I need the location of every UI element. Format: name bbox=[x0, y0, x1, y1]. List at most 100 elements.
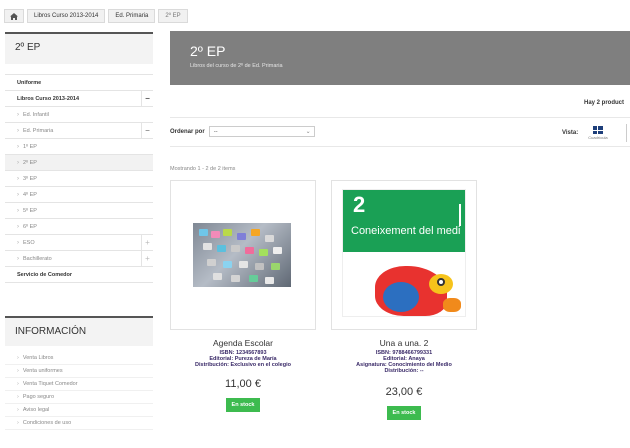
breadcrumb-item-primaria[interactable]: Ed. Primaria bbox=[108, 9, 156, 23]
showing-text: Mostrando 1 - 2 de 2 items bbox=[170, 166, 236, 172]
category-5ep[interactable]: › 5º EP bbox=[5, 203, 153, 219]
sort-label: Ordenar por bbox=[170, 128, 205, 135]
category-3ep[interactable]: › 3º EP bbox=[5, 171, 153, 187]
book-cover-illustration bbox=[437, 278, 445, 286]
category-eso[interactable]: › ESO + bbox=[5, 235, 153, 251]
info-link-pago-seguro[interactable]: › Pago seguro bbox=[5, 391, 153, 404]
category-label: Ed. Infantil bbox=[23, 111, 49, 118]
category-2ep[interactable]: › 2º EP bbox=[5, 155, 153, 171]
page-subtitle: Libros del curso de 2º de Ed. Primaria bbox=[190, 63, 283, 69]
category-6ep[interactable]: › 6º EP bbox=[5, 219, 153, 235]
grid-view-button[interactable]: Cuadrícula bbox=[588, 126, 608, 140]
list-view-button[interactable] bbox=[626, 124, 630, 142]
info-link-condiciones[interactable]: › Condiciones de uso bbox=[5, 417, 153, 430]
category-label: 4º EP bbox=[23, 191, 37, 198]
chevron-right-icon: › bbox=[17, 207, 19, 214]
home-icon bbox=[10, 12, 18, 20]
chevron-right-icon: › bbox=[17, 175, 19, 182]
info-link-label: Condiciones de uso bbox=[22, 420, 72, 426]
info-link-label: Venta Tiquet Comedor bbox=[22, 381, 78, 387]
chevron-down-icon: ⌄ bbox=[305, 129, 311, 135]
info-link-aviso-legal[interactable]: › Aviso legal bbox=[5, 404, 153, 417]
category-label: 1º EP bbox=[23, 143, 37, 150]
category-bachillerato[interactable]: › Bachillerato + bbox=[5, 251, 153, 267]
expand-toggle[interactable]: + bbox=[141, 235, 153, 250]
chevron-right-icon: › bbox=[17, 381, 19, 387]
page-title: 2º EP bbox=[190, 43, 226, 59]
product-card[interactable]: 2 Coneixement del medi bbox=[331, 180, 477, 330]
chevron-right-icon: › bbox=[17, 355, 19, 361]
info-link-tiquet-comedor[interactable]: › Venta Tiquet Comedor bbox=[5, 378, 153, 391]
chevron-right-icon: › bbox=[17, 255, 19, 262]
product-name[interactable]: Una a una. 2 bbox=[331, 338, 477, 348]
breadcrumb-home[interactable] bbox=[4, 9, 24, 23]
category-libros-curso[interactable]: Libros Curso 2013-2014 − bbox=[5, 91, 153, 107]
chevron-right-icon: › bbox=[17, 368, 19, 374]
listing-toolbar: Ordenar por -- ⌄ Vista: Cuadrícula bbox=[170, 117, 630, 147]
chevron-right-icon: › bbox=[17, 191, 19, 198]
chevron-right-icon: › bbox=[17, 394, 19, 400]
sort-select-value: -- bbox=[213, 128, 218, 135]
info-block: INFORMACIÓN › Venta Libros › Venta uniform… bbox=[5, 316, 153, 430]
product-count: Hay 2 product bbox=[584, 100, 625, 106]
product-distribution: Distribución: -- bbox=[384, 368, 424, 374]
view-label: Vista: bbox=[562, 130, 579, 136]
view-control: Vista: Cuadrícula bbox=[562, 126, 608, 140]
category-label: 2º EP bbox=[23, 159, 37, 166]
category-comedor[interactable]: Servicio de Comedor bbox=[5, 267, 153, 283]
sort-control: Ordenar por -- ⌄ bbox=[170, 126, 315, 137]
book-cover-illustration bbox=[383, 282, 419, 312]
chevron-right-icon: › bbox=[17, 223, 19, 230]
stock-badge: En stock bbox=[225, 398, 261, 412]
category-banner: 2º EP Libros del curso de 2º de Ed. Prim… bbox=[170, 31, 630, 85]
product-name[interactable]: Agenda Escolar bbox=[170, 338, 316, 348]
category-label: Bachillerato bbox=[23, 255, 52, 262]
info-link-venta-libros[interactable]: › Venta Libros bbox=[5, 352, 153, 365]
breadcrumb: Libros Curso 2013-2014 Ed. Primaria 2º E… bbox=[4, 8, 191, 24]
book-cover-title: Coneixement del medi bbox=[351, 225, 461, 237]
info-list: › Venta Libros › Venta uniformes › Venta Ti… bbox=[5, 352, 153, 430]
stock-badge: En stock bbox=[386, 406, 422, 420]
product-info: Agenda Escolar ISBN: 1234567893 Editoria… bbox=[170, 338, 316, 412]
book-cover-number: 2 bbox=[353, 192, 366, 217]
category-label: 6º EP bbox=[23, 223, 37, 230]
breadcrumb-item-current: 2º EP bbox=[158, 9, 188, 23]
chevron-right-icon: › bbox=[17, 159, 19, 166]
info-link-label: Venta uniformes bbox=[22, 368, 63, 374]
category-list: Uniforme Libros Curso 2013-2014 − › Ed. In… bbox=[5, 74, 153, 283]
chevron-right-icon: › bbox=[17, 407, 19, 413]
category-label: Libros Curso 2013-2014 bbox=[17, 95, 80, 102]
product-image-keyboard[interactable] bbox=[193, 223, 291, 287]
sort-select[interactable]: -- ⌄ bbox=[208, 126, 315, 137]
category-ed-primaria[interactable]: › Ed. Primaria − bbox=[5, 123, 153, 139]
category-label: 5º EP bbox=[23, 207, 37, 214]
chevron-right-icon: › bbox=[17, 420, 19, 426]
category-uniforme[interactable]: Uniforme bbox=[5, 75, 153, 91]
product-image-book[interactable]: 2 Coneixement del medi bbox=[342, 189, 466, 317]
category-label: Servicio de Comedor bbox=[17, 271, 73, 278]
chevron-right-icon: › bbox=[17, 127, 19, 134]
product-price: 23,00 € bbox=[385, 386, 423, 398]
collapse-toggle[interactable]: − bbox=[141, 91, 153, 106]
product-info: Una a una. 2 ISBN: 9788466799331 Editori… bbox=[331, 338, 477, 420]
collapse-toggle[interactable]: − bbox=[141, 123, 153, 138]
category-label: ESO bbox=[23, 239, 35, 246]
category-label: Uniforme bbox=[17, 79, 42, 86]
book-cover-illustration bbox=[443, 298, 461, 312]
category-1ep[interactable]: › 1º EP bbox=[5, 139, 153, 155]
chevron-right-icon: › bbox=[17, 239, 19, 246]
sidebar: 2º EP Uniforme Libros Curso 2013-2014 − ›… bbox=[5, 32, 153, 283]
product-card[interactable] bbox=[170, 180, 316, 330]
category-4ep[interactable]: › 4º EP bbox=[5, 187, 153, 203]
grid-icon bbox=[592, 126, 603, 134]
breadcrumb-item-libros[interactable]: Libros Curso 2013-2014 bbox=[27, 9, 106, 23]
chevron-right-icon: › bbox=[17, 143, 19, 150]
info-title: INFORMACIÓN bbox=[5, 316, 153, 346]
info-link-venta-uniformes[interactable]: › Venta uniformes bbox=[5, 365, 153, 378]
expand-toggle[interactable]: + bbox=[141, 251, 153, 266]
book-cover-mark bbox=[459, 204, 461, 226]
sidebar-title: 2º EP bbox=[5, 32, 153, 64]
category-ed-infantil[interactable]: › Ed. Infantil bbox=[5, 107, 153, 123]
info-link-label: Pago seguro bbox=[22, 394, 55, 400]
category-label: 3º EP bbox=[23, 175, 37, 182]
